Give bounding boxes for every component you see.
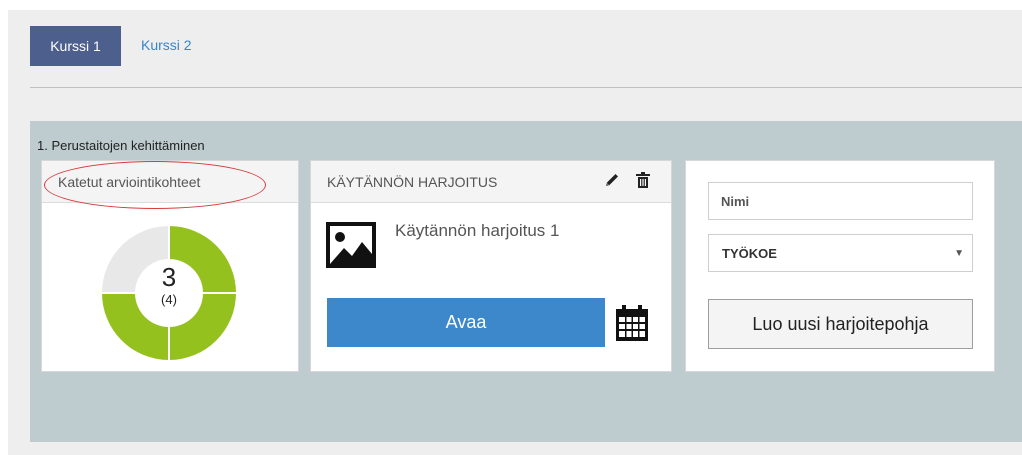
total-count: (4) (161, 292, 177, 307)
highlight-annotation (44, 161, 266, 209)
trash-icon[interactable] (636, 172, 650, 188)
name-input[interactable] (708, 182, 973, 220)
covered-count: 3 (161, 262, 177, 292)
exercise-name: Käytännön harjoitus 1 (395, 221, 560, 240)
tabs-divider (30, 87, 1022, 88)
chevron-down-icon: ▼ (954, 248, 964, 259)
type-select-value: TYÖKOE (722, 245, 777, 261)
tab-kurssi-2[interactable]: Kurssi 2 (141, 37, 192, 53)
calendar-icon[interactable] (616, 305, 648, 341)
tab-kurssi-1[interactable]: Kurssi 1 (30, 26, 121, 66)
section-title: 1. Perustaitojen kehittäminen (37, 138, 205, 153)
edit-icon[interactable] (604, 172, 620, 188)
create-template-button[interactable]: Luo uusi harjoitepohja (708, 299, 973, 349)
image-icon (326, 222, 376, 268)
type-select[interactable]: TYÖKOE ▼ (708, 234, 973, 272)
open-button[interactable]: Avaa (327, 298, 605, 347)
